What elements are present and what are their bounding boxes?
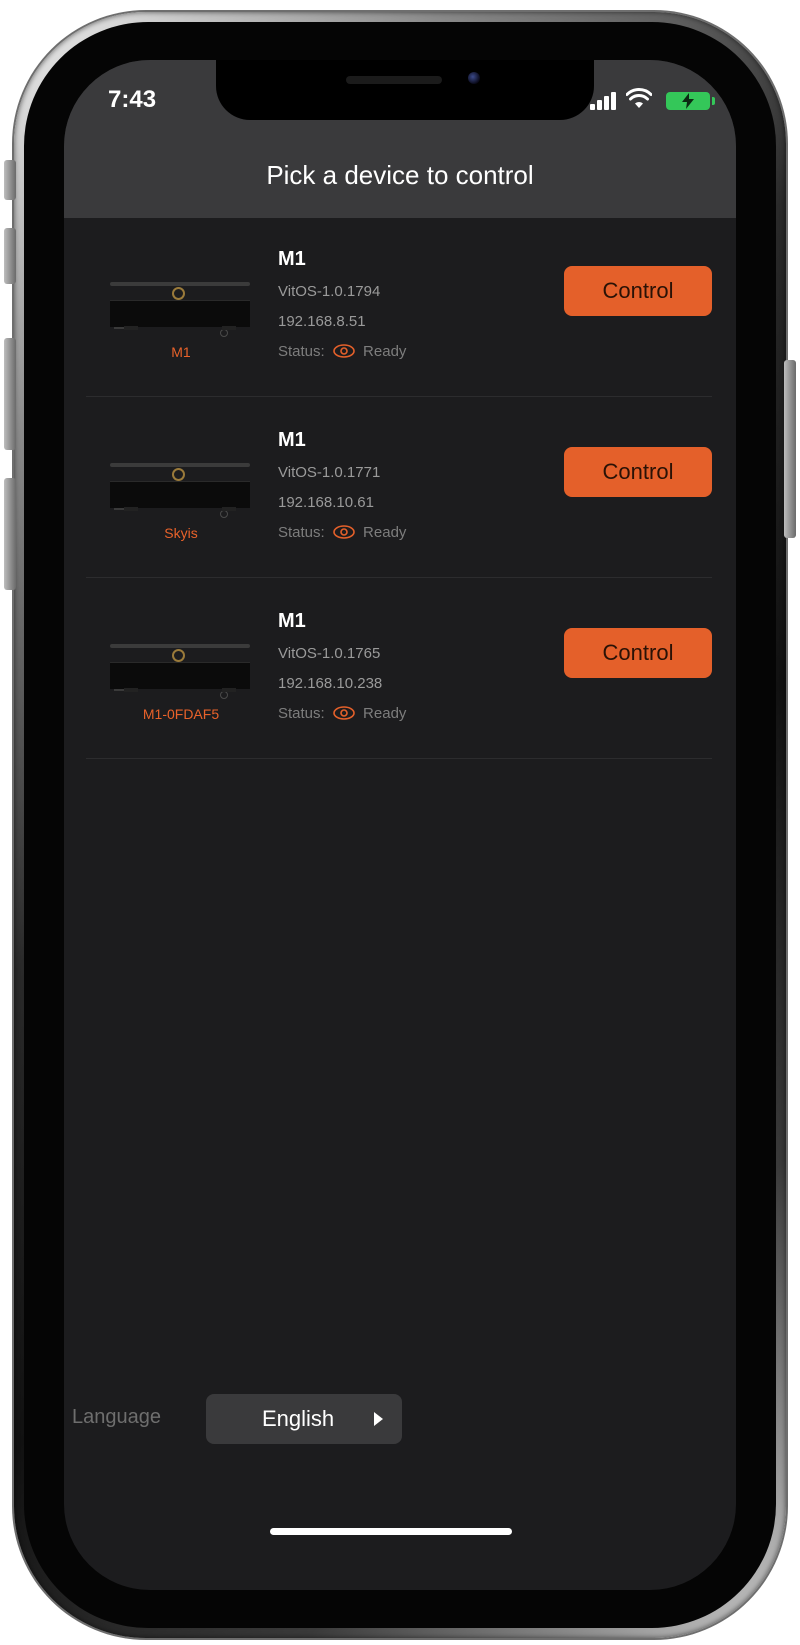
device-info: M1 VitOS-1.0.1765 192.168.10.238 Status:… [278,610,406,729]
device-status: Status: Ready [278,337,406,367]
status-label: Status: [278,524,325,541]
device-image [110,463,250,519]
eye-icon [333,705,355,720]
device-status: Status: Ready [278,518,406,548]
language-label: Language [72,1406,161,1428]
control-button[interactable]: Control [564,628,712,678]
device-firmware: VitOS-1.0.1765 [278,645,381,662]
cellular-signal-icon [590,92,618,110]
device-name: Skyis [164,525,198,541]
device-model: M1 [278,248,306,270]
eye-icon [333,343,355,358]
device-info: M1 VitOS-1.0.1794 192.168.8.51 Status: R… [278,248,406,367]
device-firmware: VitOS-1.0.1771 [278,464,381,481]
device-name: M1 [171,344,191,360]
home-indicator[interactable] [270,1528,512,1535]
status-label: Status: [278,343,325,360]
device-model: M1 [278,610,306,632]
speaker-grille [346,76,442,84]
volume-up-button [4,338,16,450]
device-list: M1 M1 VitOS-1.0.1794 192.168.8.51 Status… [64,218,736,759]
device-name: M1-0FDAF5 [142,706,220,722]
device-row: M1 M1 VitOS-1.0.1794 192.168.8.51 Status… [86,218,712,397]
control-button[interactable]: Control [564,447,712,497]
status-value: Ready [363,343,407,360]
device-image [110,282,250,338]
app-screen: 7:43 Pick a device to control M1 M1 VitO… [64,60,736,1590]
silent-switch [4,160,16,200]
charging-bolt-icon [682,93,694,109]
status-label: Status: [278,705,325,722]
volume-down-button [4,478,16,590]
device-model: M1 [278,429,306,451]
device-image [110,644,250,700]
control-button[interactable]: Control [564,266,712,316]
device-row: M1-0FDAF5 M1 VitOS-1.0.1765 192.168.10.2… [86,580,712,759]
device-ip: 192.168.8.51 [278,313,366,330]
device-ip: 192.168.10.61 [278,494,374,511]
status-value: Ready [363,705,407,722]
navigation-header: 7:43 Pick a device to control [64,60,736,218]
device-row: Skyis M1 VitOS-1.0.1771 192.168.10.61 St… [86,399,712,578]
battery-charging-icon [666,92,715,110]
caret-right-icon [374,1412,383,1426]
side-edge-detail [4,228,16,284]
page-title: Pick a device to control [266,160,534,190]
power-button [784,360,796,538]
status-time: 7:43 [108,86,157,113]
language-setting: Language English [72,1394,472,1446]
language-value: English [262,1406,335,1431]
device-firmware: VitOS-1.0.1794 [278,283,381,300]
status-value: Ready [363,524,407,541]
language-select[interactable]: English [206,1394,402,1444]
device-ip: 192.168.10.238 [278,675,383,692]
device-info: M1 VitOS-1.0.1771 192.168.10.61 Status: … [278,429,406,548]
wifi-icon [626,88,652,108]
notch [216,60,594,120]
eye-icon [333,524,355,539]
device-status: Status: Ready [278,699,406,729]
front-camera [468,72,480,84]
